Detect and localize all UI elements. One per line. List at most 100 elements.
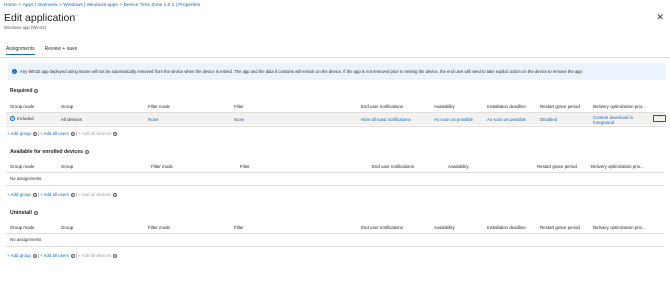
info-tooltip-icon[interactable]: i xyxy=(32,253,37,258)
empty-state-text: No assignments xyxy=(10,237,42,242)
column-header-filter: Filter xyxy=(234,104,244,109)
add-group-button[interactable]: + Add group xyxy=(7,192,31,197)
add-group-button[interactable]: + Add group xyxy=(7,253,31,258)
column-header-end-user-notifications: End user notifications xyxy=(372,164,414,169)
cell-installation-deadline-link[interactable]: As soon as possible xyxy=(487,117,526,122)
info-icon: i xyxy=(12,69,17,74)
wizard-tabs: Assignments Review + save xyxy=(6,46,87,55)
column-header-group-mode: Group mode xyxy=(10,164,35,169)
add-group-button[interactable]: + Add group xyxy=(7,131,31,136)
action-separator: | xyxy=(75,192,78,197)
info-tooltip-icon[interactable]: i xyxy=(85,149,90,154)
table-header-divider xyxy=(6,111,664,113)
add-all-devices-button[interactable]: + Add all devices xyxy=(78,192,111,197)
action-separator: | xyxy=(37,253,39,258)
column-header-delivery-optimization: Delivery optimization prio... xyxy=(591,164,644,169)
close-icon[interactable]: ✕ xyxy=(656,13,664,22)
column-header-filter: Filter xyxy=(234,225,244,230)
info-tooltip-icon[interactable]: i xyxy=(113,131,118,136)
info-tooltip-icon[interactable]: i xyxy=(70,192,75,197)
column-header-group: Group xyxy=(61,225,74,230)
cell-delivery-optimization-link-line1[interactable]: Content download in xyxy=(593,115,633,120)
cell-delivery-optimization-link-line2[interactable]: foreground xyxy=(593,120,614,125)
breadcrumb-app-properties[interactable]: Device Time Zone 1.0.1 | Properties xyxy=(124,3,200,8)
more-options-icon[interactable]: ··· xyxy=(72,12,79,19)
add-all-users-button[interactable]: + Add all users xyxy=(40,131,69,136)
column-header-filter-mode: Filter mode xyxy=(148,225,170,230)
column-header-restart-grace-period: Restart grace period xyxy=(540,104,580,109)
section-title-required: Required i xyxy=(10,88,39,94)
uninstall-title: Uninstall xyxy=(10,210,32,216)
info-tooltip-icon[interactable]: i xyxy=(33,210,38,215)
add-all-users-button[interactable]: + Add all users xyxy=(40,253,69,258)
column-header-restart-grace-period: Restart grace period xyxy=(540,225,580,230)
group-mode-value: Included xyxy=(17,116,34,121)
tabs-divider xyxy=(0,56,670,58)
breadcrumb-apps-overview[interactable]: Apps | Overview xyxy=(23,3,58,8)
info-tooltip-icon[interactable]: i xyxy=(32,192,37,197)
breadcrumb-windows-apps[interactable]: Windows | Windows apps xyxy=(63,3,118,8)
breadcrumb-home[interactable]: Home xyxy=(4,3,17,8)
action-separator: | xyxy=(75,253,78,258)
breadcrumb-separator: > xyxy=(119,3,123,8)
cell-group: All devices xyxy=(61,117,82,122)
column-header-end-user-notifications: End user notifications xyxy=(361,225,403,230)
info-tooltip-icon[interactable]: i xyxy=(113,253,118,258)
cell-restart-grace-period-link[interactable]: Disabled xyxy=(540,117,557,122)
column-header-group-mode: Group mode xyxy=(10,225,35,230)
column-header-availability: Availability xyxy=(434,225,455,230)
table-header-divider xyxy=(6,171,664,173)
column-header-group-mode: Group mode xyxy=(10,104,35,109)
info-tooltip-icon[interactable]: i xyxy=(113,192,118,197)
info-tooltip-icon[interactable]: i xyxy=(70,131,75,136)
table-header-divider xyxy=(6,232,664,234)
empty-state-text: No assignments xyxy=(10,176,42,181)
column-header-availability: Availability xyxy=(434,104,455,109)
required-actions: + Add group i | + Add all users i | + Add … xyxy=(7,131,118,136)
info-banner-text: Any Win32 app deployed using Intune will… xyxy=(20,69,583,74)
tab-assignments[interactable]: Assignments xyxy=(6,46,35,55)
cell-end-user-notifications-link[interactable]: Hide all toast notifications xyxy=(361,117,411,122)
column-header-availability: Availability xyxy=(448,164,469,169)
uninstall-actions: + Add group i | + Add all users i | + Add … xyxy=(7,253,118,258)
column-header-group: Group xyxy=(61,164,74,169)
column-header-end-user-notifications: End user notifications xyxy=(361,104,403,109)
column-header-delivery-optimization: Delivery optimization prio... xyxy=(593,225,646,230)
row-more-options-button[interactable]: ··· xyxy=(653,115,666,122)
info-tooltip-icon[interactable]: i xyxy=(70,253,75,258)
column-header-delivery-optimization: Delivery optimization prio... xyxy=(593,104,646,109)
required-title: Required xyxy=(10,88,33,94)
info-tooltip-icon[interactable]: i xyxy=(34,88,39,93)
breadcrumb: Home > Apps | Overview > Windows | Windows a… xyxy=(4,3,200,8)
column-header-filter: Filter xyxy=(240,164,250,169)
add-all-devices-button[interactable]: + Add all devices xyxy=(78,253,111,258)
tab-review-save[interactable]: Review + save xyxy=(45,46,78,55)
add-all-users-button[interactable]: + Add all users xyxy=(40,192,69,197)
cell-filter-link[interactable]: None xyxy=(234,117,245,122)
column-header-restart-grace-period: Restart grace period xyxy=(537,164,577,169)
column-header-installation-deadline: Installation deadline xyxy=(487,104,526,109)
column-header-group: Group xyxy=(61,104,74,109)
table-row[interactable] xyxy=(6,113,664,125)
info-tooltip-icon[interactable]: i xyxy=(32,131,37,136)
add-all-devices-button[interactable]: + Add all devices xyxy=(78,131,111,136)
table-row-divider xyxy=(6,245,664,247)
column-header-filter-mode: Filter mode xyxy=(151,164,173,169)
cell-group-mode: + Included xyxy=(10,116,34,122)
available-title: Available for enrolled devices xyxy=(10,149,84,155)
action-separator: | xyxy=(37,192,39,197)
table-row-divider xyxy=(6,184,664,186)
column-header-filter-mode: Filter mode xyxy=(148,104,170,109)
section-title-uninstall: Uninstall i xyxy=(10,210,38,216)
section-title-available: Available for enrolled devices i xyxy=(10,149,90,155)
breadcrumb-separator: > xyxy=(18,3,22,8)
action-separator: | xyxy=(37,131,39,136)
table-row-divider xyxy=(6,125,664,127)
page-title: Edit application xyxy=(4,12,76,24)
cell-availability-link[interactable]: As soon as possible xyxy=(434,117,473,122)
column-header-installation-deadline: Installation deadline xyxy=(487,225,526,230)
action-separator: | xyxy=(75,131,78,136)
cell-filter-mode-link[interactable]: None xyxy=(148,117,159,122)
info-banner: i Any Win32 app deployed using Intune wi… xyxy=(8,63,666,80)
available-actions: + Add group i | + Add all users i | + Add … xyxy=(7,192,118,197)
